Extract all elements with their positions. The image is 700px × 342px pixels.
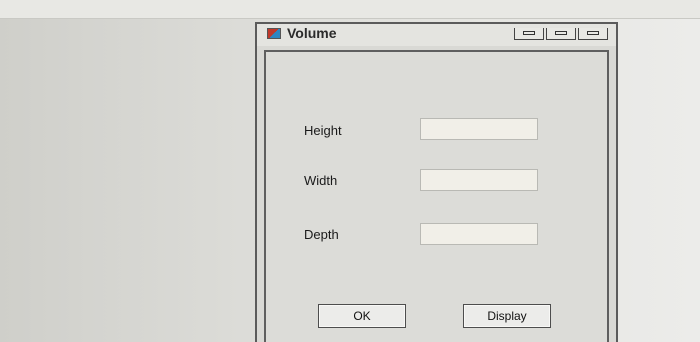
width-label: Width	[304, 173, 338, 188]
form-client-area: Height Width Depth OK Display	[264, 50, 609, 342]
height-input[interactable]	[420, 118, 538, 140]
close-icon	[587, 31, 599, 35]
depth-label: Depth	[304, 227, 339, 242]
title-bar[interactable]: Volume	[257, 24, 616, 46]
ok-button[interactable]: OK	[318, 304, 406, 328]
volume-window: Volume Height Width Depth OK Display	[255, 22, 618, 342]
depth-input[interactable]	[420, 223, 538, 245]
screen: Volume Height Width Depth OK Display	[0, 0, 700, 342]
width-input[interactable]	[420, 169, 538, 191]
window-title: Volume	[287, 25, 337, 41]
height-label: Height	[304, 123, 342, 138]
window-controls	[514, 28, 608, 40]
maximize-icon	[555, 31, 567, 35]
minimize-button[interactable]	[514, 28, 544, 40]
close-button[interactable]	[578, 28, 608, 40]
display-button[interactable]: Display	[463, 304, 551, 328]
minimize-icon	[523, 31, 535, 35]
background-window-strip	[0, 0, 700, 19]
maximize-button[interactable]	[546, 28, 576, 40]
app-icon	[267, 28, 281, 39]
